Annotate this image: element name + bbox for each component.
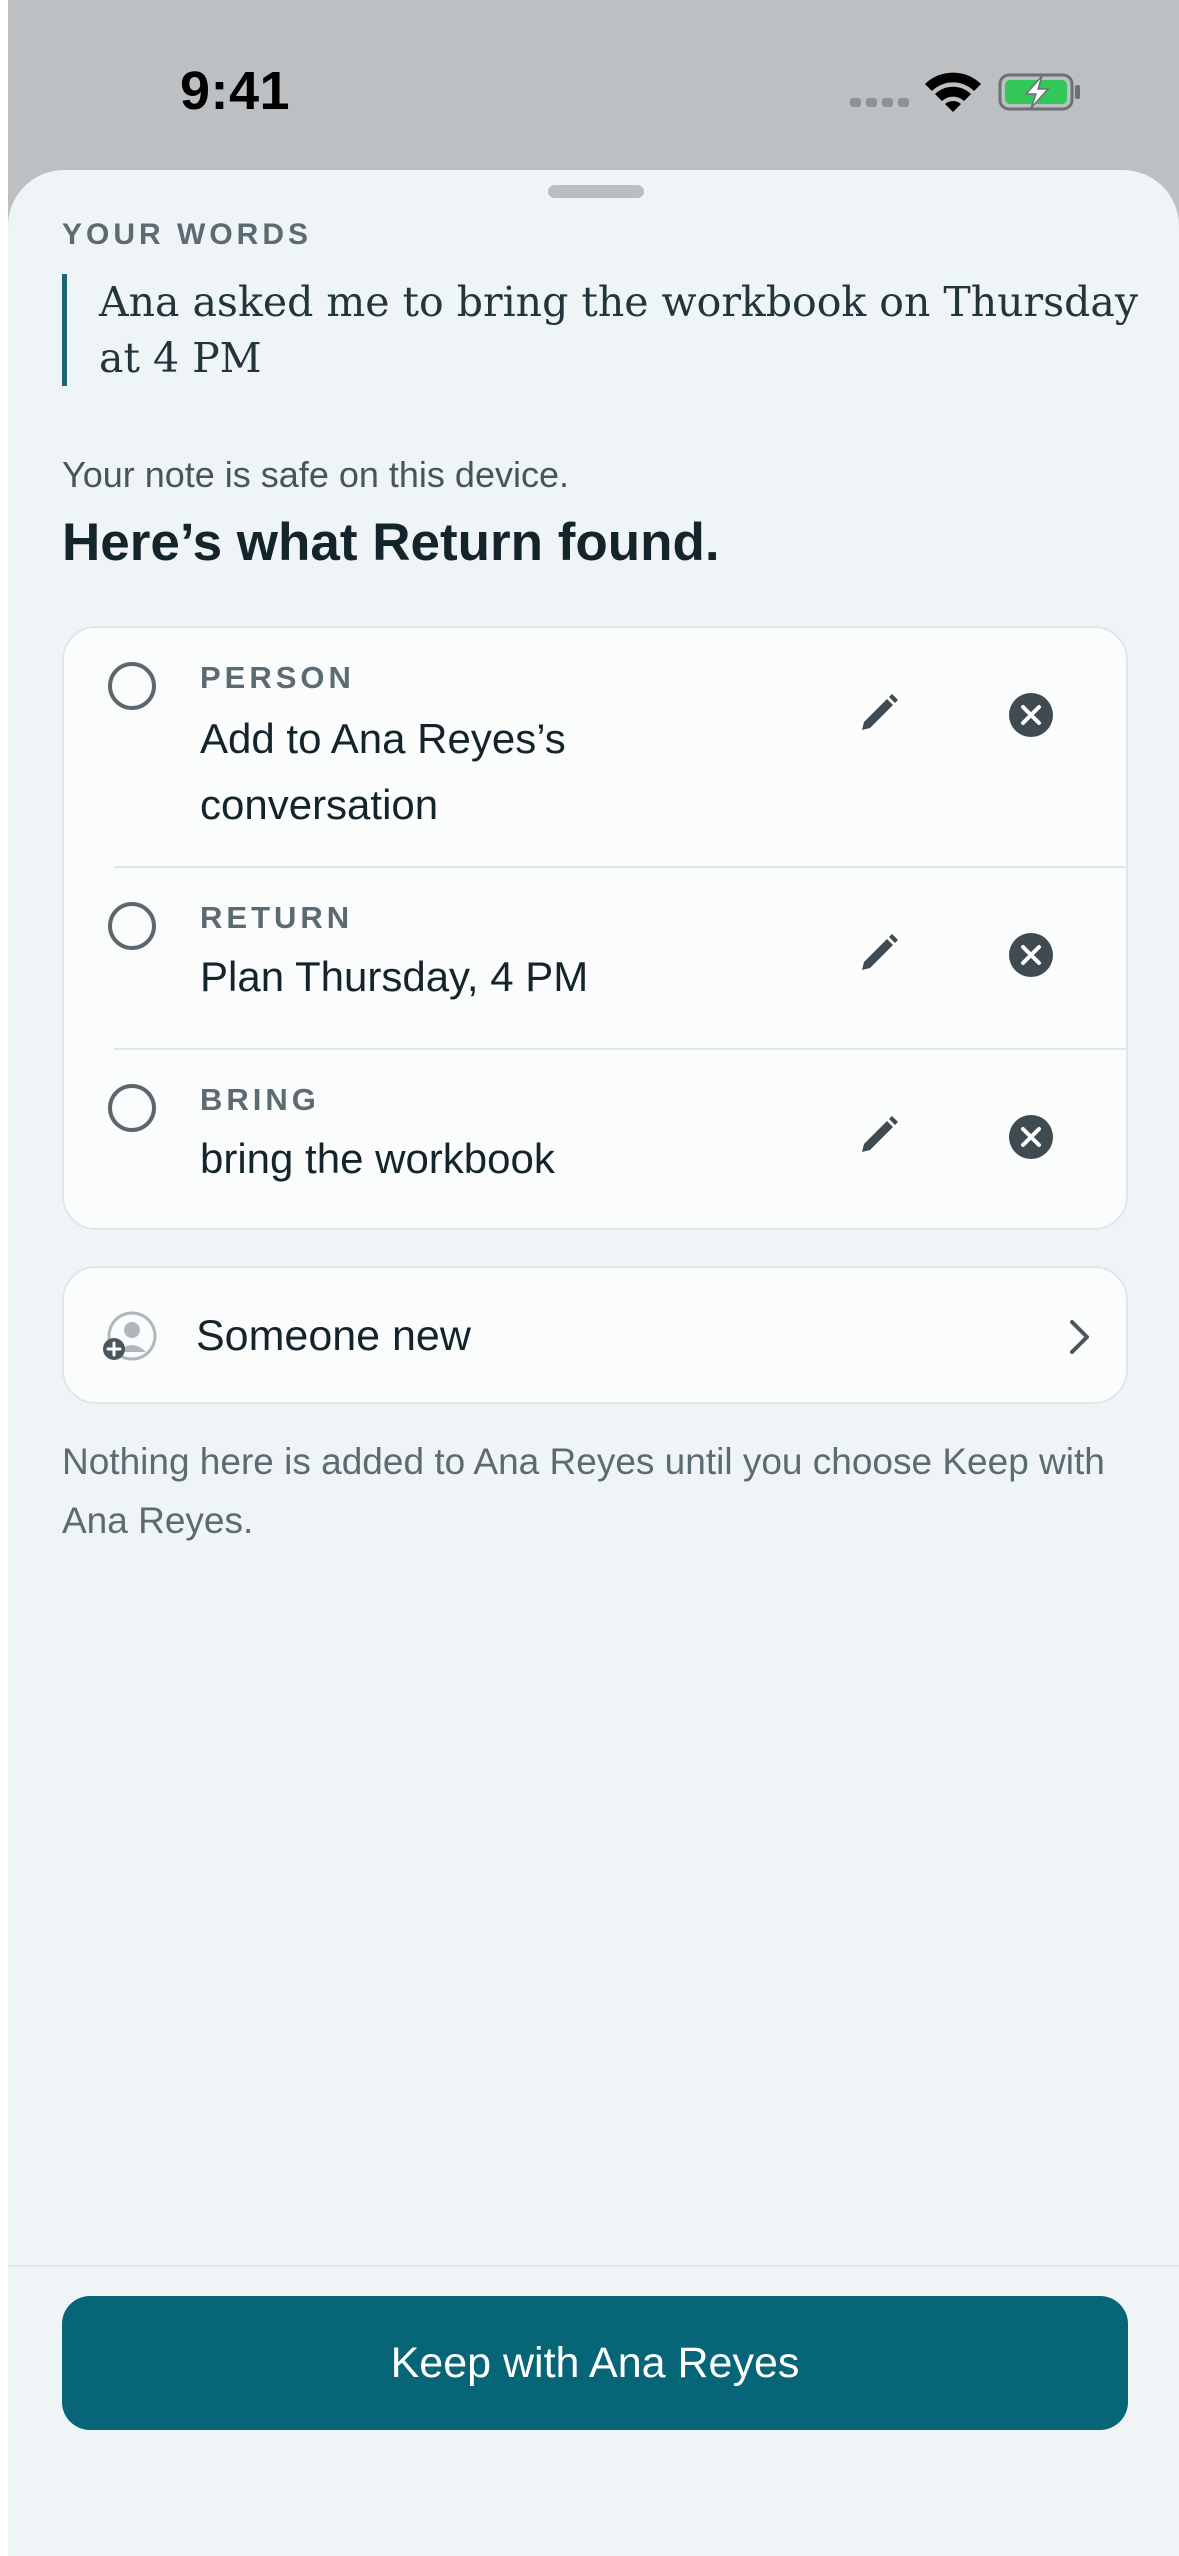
your-words-label: YOUR WORDS	[62, 218, 312, 251]
note-quote-text: Ana asked me to bring the workbook on Th…	[99, 278, 1139, 382]
left-edge	[0, 0, 8, 2556]
remove-icon[interactable]	[1008, 1114, 1054, 1160]
suggestion-kind: RETURN	[200, 900, 354, 935]
someone-new-row[interactable]: Someone new	[62, 1266, 1128, 1404]
page-title: Here’s what Return found.	[62, 513, 720, 572]
footer-divider	[8, 2265, 1179, 2267]
suggestion-text: bring the workbook	[200, 1135, 555, 1182]
suggestion-text: Plan Thursday, 4 PM	[200, 953, 589, 1000]
add-person-icon	[103, 1311, 157, 1361]
suggestion-row-bring[interactable]: BRING bring the workbook	[64, 1050, 1130, 1230]
sheet-grabber[interactable]	[548, 185, 644, 198]
bottom-sheet: YOUR WORDS Ana asked me to bring the wor…	[8, 170, 1179, 2556]
someone-new-label: Someone new	[196, 1312, 471, 1360]
suggestion-row-return[interactable]: RETURN Plan Thursday, 4 PM	[64, 868, 1130, 1046]
note-quote: Ana asked me to bring the workbook on Th…	[62, 274, 1139, 386]
edit-pencil-icon[interactable]	[854, 690, 902, 738]
suggestion-text: Add to Ana Reyes’s conversation	[200, 715, 566, 828]
edit-pencil-icon[interactable]	[854, 930, 902, 978]
cellular-signal-icon	[850, 98, 909, 107]
select-radio[interactable]	[108, 662, 156, 710]
status-time: 9:41	[180, 61, 291, 121]
remove-icon[interactable]	[1008, 932, 1054, 978]
chevron-right-icon	[1070, 1320, 1089, 1354]
suggestion-kind: PERSON	[200, 660, 355, 695]
wifi-icon	[925, 72, 981, 112]
suggestion-kind: BRING	[200, 1082, 320, 1117]
remove-icon[interactable]	[1008, 692, 1054, 738]
select-radio[interactable]	[108, 902, 156, 950]
select-radio[interactable]	[108, 1084, 156, 1132]
status-bar: 9:41	[8, 0, 1179, 170]
disclaimer-text: Nothing here is added to Ana Reyes until…	[62, 1441, 1105, 1541]
battery-charging-icon	[998, 73, 1080, 111]
edit-pencil-icon[interactable]	[854, 1112, 902, 1160]
keep-button[interactable]: Keep with Ana Reyes	[62, 2296, 1128, 2430]
suggestion-row-person[interactable]: PERSON Add to Ana Reyes’s conversation	[64, 628, 1130, 866]
safe-note: Your note is safe on this device.	[62, 454, 569, 495]
suggestions-card: PERSON Add to Ana Reyes’s conversation R…	[62, 626, 1128, 1230]
